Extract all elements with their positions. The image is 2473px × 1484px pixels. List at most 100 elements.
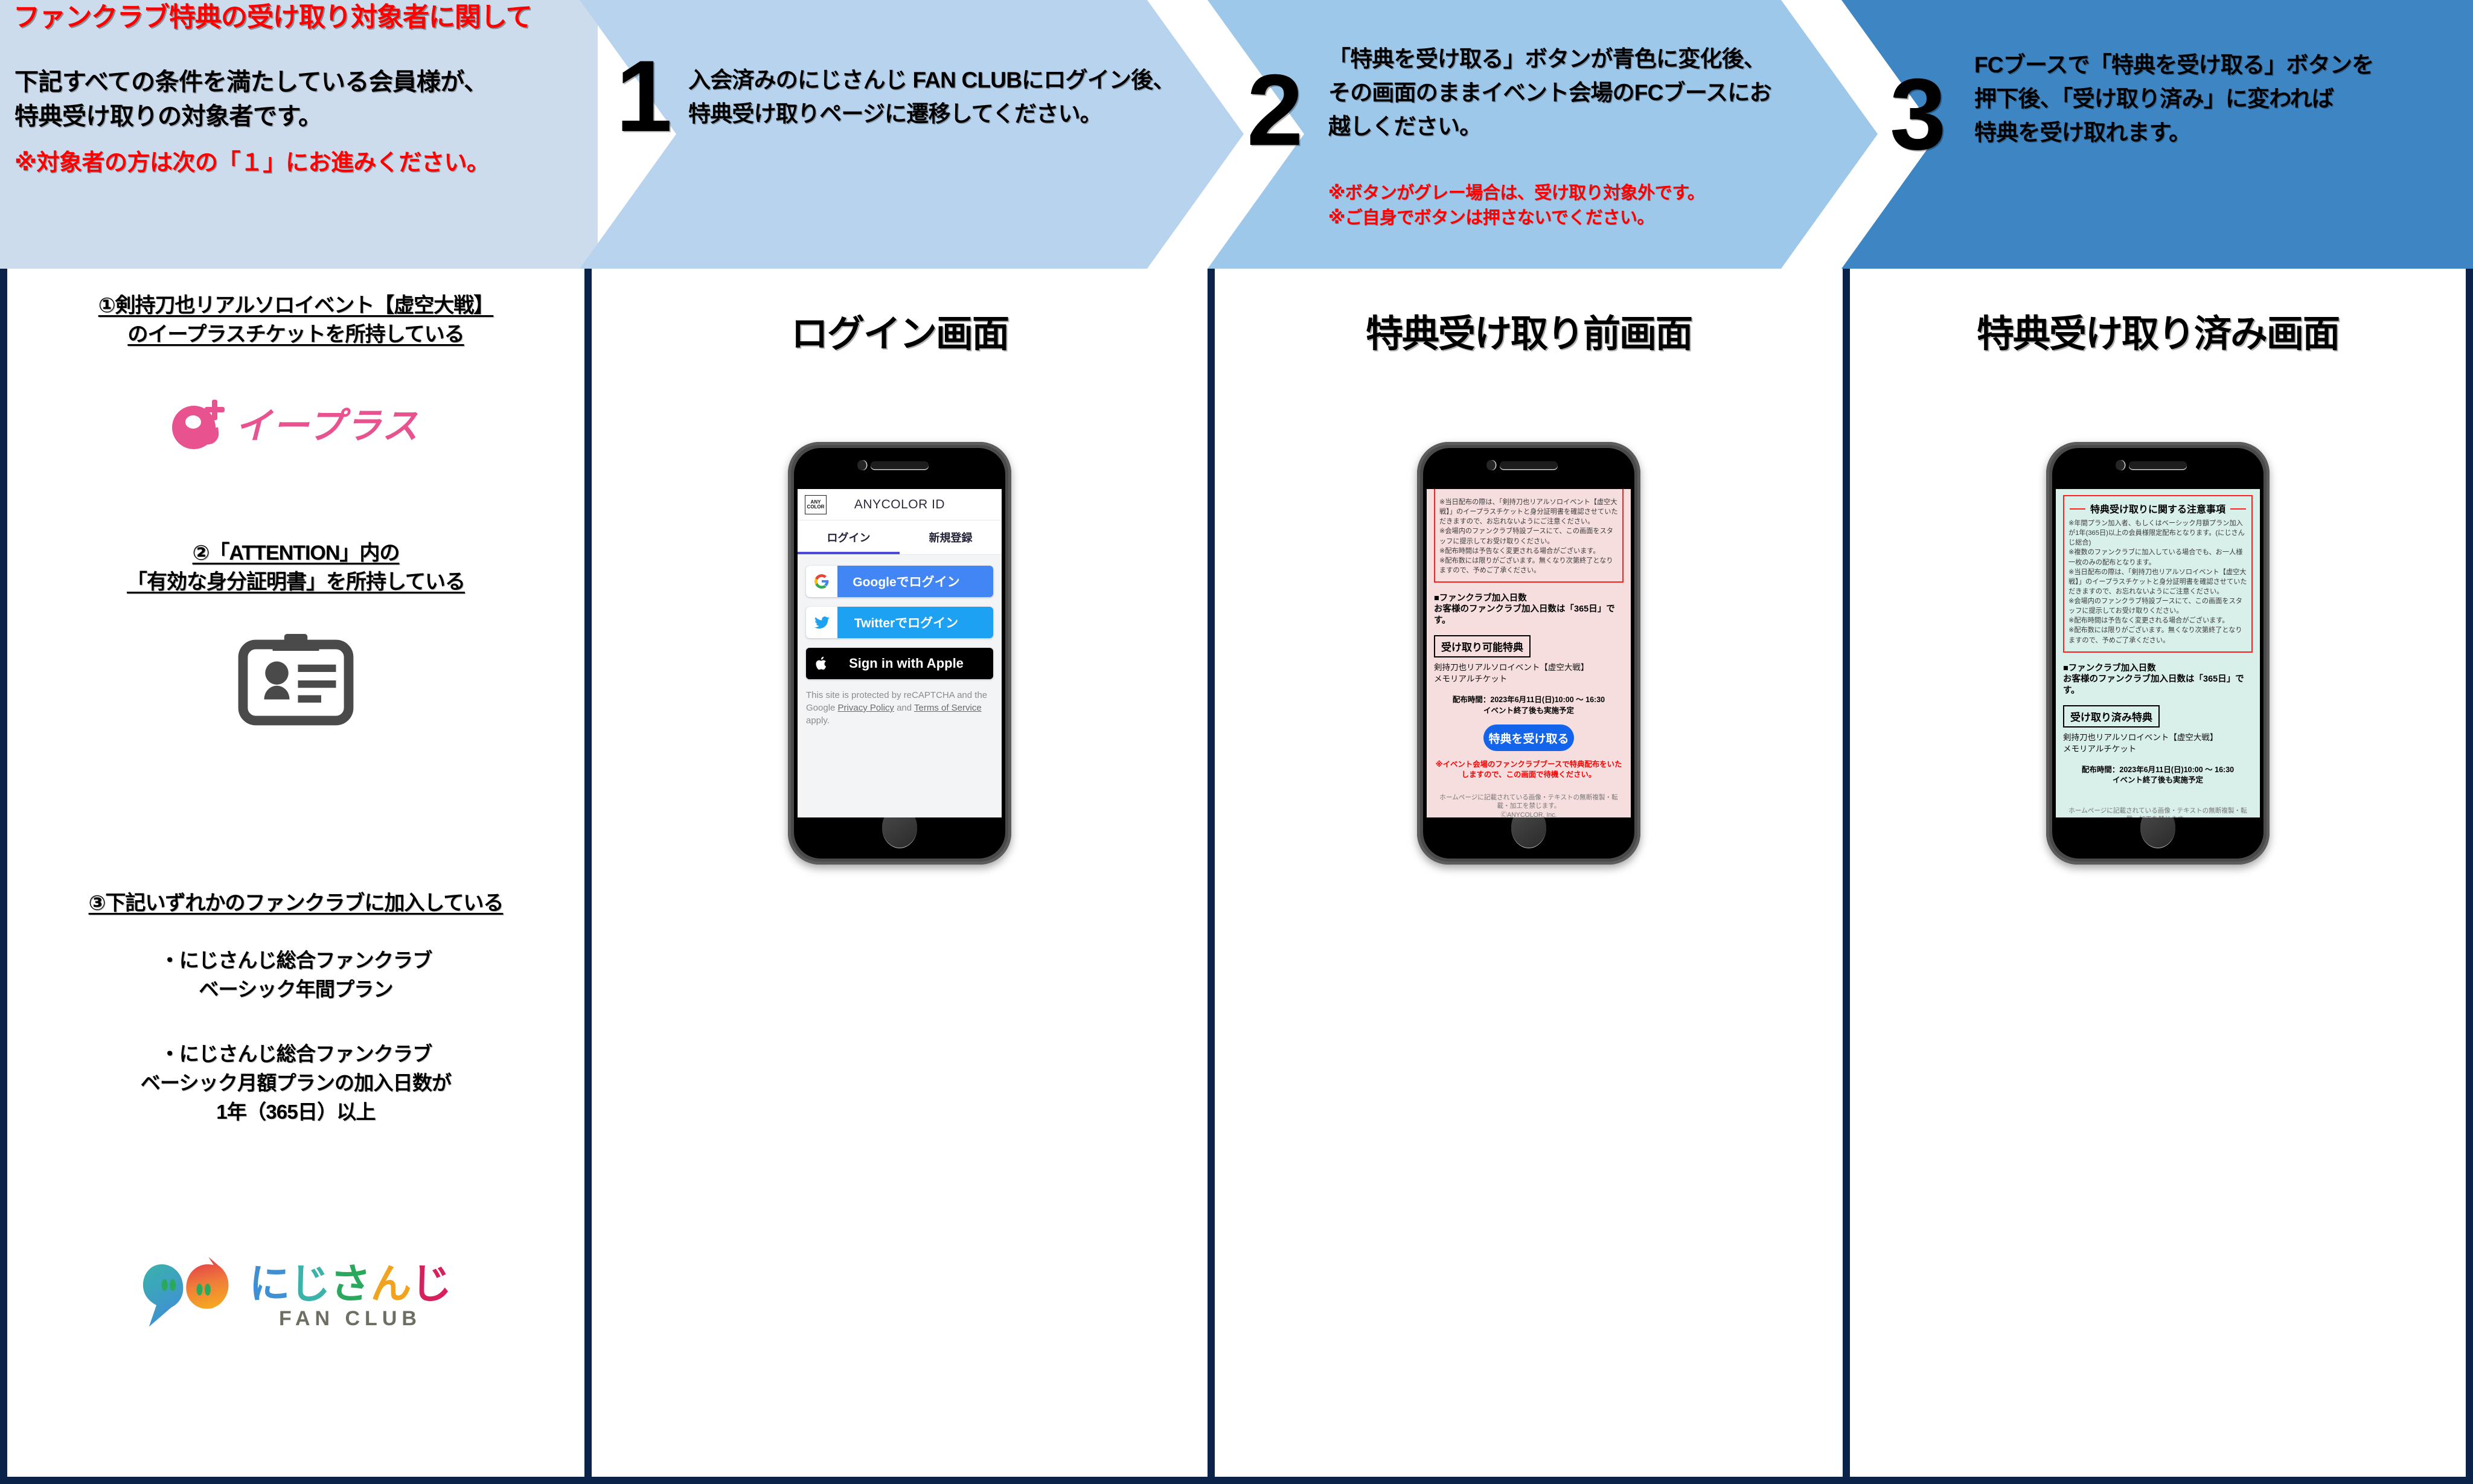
login-screen: ANY COLOR ANYCOLOR ID ログイン 新規登録 Googleでロ… bbox=[798, 489, 1002, 817]
benefit-received-screen: 特典受け取りに関する注意事項 ※年間プラン加入者、もしくはベーシック月額プラン加… bbox=[2056, 489, 2260, 817]
step-2-text: 「特典を受け取る」ボタンが青色に変化後、 その画面のままイベント会場のFCブース… bbox=[1328, 42, 1878, 144]
benefit-status-badge: 受け取り可能特典 bbox=[1434, 635, 1531, 658]
recaptcha-and: and bbox=[894, 703, 914, 713]
terms-of-service-link[interactable]: Terms of Service bbox=[914, 703, 982, 713]
condition-3-option-2: ・にじさんじ総合ファンクラブ ベーシック月額プランの加入日数が 1年（365日）… bbox=[8, 1040, 583, 1127]
condition-2-line2: 「有効な身分証明書」を所持している bbox=[127, 571, 465, 594]
benefit-item-line1: 剣持刀也リアルソロイベント【虚空大戦】 bbox=[2063, 732, 2218, 742]
phone-device-before: ※当日配布の際は、「剣持刀也リアルソロイベント【虚空大戦】」のイープラスチケット… bbox=[1417, 442, 1640, 865]
membership-days-text: お客様のファンクラブ加入日数は「365日」です。 bbox=[1434, 604, 1615, 626]
benefit-item: 剣持刀也リアルソロイベント【虚空大戦】 メモリアルチケット bbox=[1434, 662, 1624, 685]
twitter-login-button[interactable]: Twitterでログイン bbox=[806, 607, 993, 638]
google-login-button[interactable]: Googleでログイン bbox=[806, 566, 993, 597]
phone-device-received: 特典受け取りに関する注意事項 ※年間プラン加入者、もしくはベーシック月額プラン加… bbox=[2046, 442, 2270, 865]
step-2-number: 2 bbox=[1247, 53, 1304, 167]
notice-title: 特典受け取りに関する注意事項 bbox=[2068, 501, 2247, 516]
front-camera-icon bbox=[1486, 460, 1496, 470]
option-2-line2: ベーシック月額プランの加入日数が bbox=[140, 1071, 452, 1094]
phone-bezel: ※当日配布の際は、「剣持刀也リアルソロイベント【虚空大戦】」のイープラスチケット… bbox=[1423, 448, 1634, 859]
notice-box: 特典受け取りに関する注意事項 ※年間プラン加入者、もしくはベーシック月額プラン加… bbox=[2063, 495, 2253, 653]
step-1-chevron bbox=[580, 0, 1244, 269]
divider-left-edge bbox=[0, 269, 7, 1484]
privacy-policy-link[interactable]: Privacy Policy bbox=[838, 703, 894, 713]
earpiece-speaker bbox=[1500, 461, 1558, 469]
step-2-line2: その画面のままイベント会場のFCブースにお bbox=[1328, 80, 1771, 106]
receive-benefit-button[interactable]: 特典を受け取る bbox=[1483, 724, 1574, 752]
step-2-line3: 越しください。 bbox=[1328, 114, 1482, 139]
intro-body-line2: 特典受け取りの対象者です。 bbox=[14, 103, 322, 130]
intro-body-line1: 下記すべての条件を満たしている会員様が、 bbox=[14, 69, 488, 95]
step-1-line2: 特典受け取りページに遷移してください。 bbox=[688, 101, 1102, 127]
benefit-item-line2: メモリアルチケット bbox=[1434, 674, 1508, 684]
front-camera-icon bbox=[2116, 460, 2125, 470]
intro-note: ※対象者の方は次の「１」にお進みください。 bbox=[14, 150, 490, 176]
membership-days-heading: ■ファンクラブ加入日数 bbox=[1434, 593, 1527, 603]
id-card-icon bbox=[8, 623, 583, 738]
benefit-item-line1: 剣持刀也リアルソロイベント【虚空大戦】 bbox=[1434, 663, 1589, 673]
distribution-time: 配布時間：2023年6月11日(日)10:00 ～ 16:30 イベント終了後も… bbox=[1434, 695, 1624, 716]
option-2-line1: ・にじさんじ総合ファンクラブ bbox=[159, 1043, 433, 1065]
divider-bottom bbox=[0, 1477, 2473, 1484]
notice-text: ※当日配布の際は、「剣持刀也リアルソロイベント【虚空大戦】」のイープラスチケット… bbox=[1439, 499, 1618, 574]
footer-line1: ホームページに記載されている画像・テキストの無断複製・転載・加工を禁じます。 bbox=[2068, 807, 2247, 817]
auth-tabs: ログイン 新規登録 bbox=[798, 520, 1002, 555]
step-2-line1: 「特典を受け取る」ボタンが青色に変化後、 bbox=[1328, 46, 1766, 71]
intro-title: ファンクラブ特典の受け取り対象者に関して bbox=[13, 2, 533, 32]
phone-bezel: ANY COLOR ANYCOLOR ID ログイン 新規登録 Googleでロ… bbox=[794, 448, 1005, 859]
intro-panel bbox=[0, 0, 598, 269]
app-header: ANY COLOR ANYCOLOR ID bbox=[798, 489, 1002, 520]
column-login: ログイン画面 ANY COLOR ANYCOLOR ID ログイン 新規登録 G… bbox=[593, 273, 1206, 1477]
earpiece-speaker bbox=[871, 461, 929, 469]
condition-1-heading: ①剣持刀也リアルソロイベント【虚空大戦】 のイープラスチケットを所持している bbox=[8, 291, 583, 350]
membership-days-heading: ■ファンクラブ加入日数 bbox=[2063, 663, 2156, 673]
twitter-login-label: Twitterでログイン bbox=[854, 616, 959, 630]
option-2-line3: 1年（365日）以上 bbox=[216, 1100, 376, 1123]
step-1-line1: 入会済みのにじさんじ FAN CLUBにログイン後、 bbox=[688, 68, 1175, 92]
tab-register[interactable]: 新規登録 bbox=[900, 520, 1002, 554]
benefit-item: 剣持刀也リアルソロイベント【虚空大戦】 メモリアルチケット bbox=[2063, 732, 2253, 755]
nijisanji-heart-icon bbox=[143, 1256, 229, 1327]
step-3-text: FCブースで「特典を受け取る」ボタンを 押下後、「受け取り済み」に変われば 特典… bbox=[1974, 48, 2469, 150]
step-2-warning-1: ※ボタンがグレー場合は、受け取り対象外です。 bbox=[1328, 184, 1705, 203]
condition-2-heading: ②「ATTENTION」内の 「有効な身分証明書」を所持している bbox=[8, 539, 583, 597]
step-3-line1: FCブースで「特典を受け取る」ボタンを bbox=[1974, 53, 2374, 77]
eplus-mark-icon bbox=[172, 397, 225, 449]
tab-login[interactable]: ログイン bbox=[798, 520, 900, 554]
divider-1 bbox=[584, 269, 592, 1484]
apple-login-button[interactable]: Sign in with Apple bbox=[806, 648, 993, 679]
divider-2 bbox=[1208, 269, 1215, 1484]
option-1-line2: ベーシック年間プラン bbox=[199, 977, 393, 1000]
step-3-number: 3 bbox=[1890, 57, 1947, 171]
benefit-before-screen: ※当日配布の際は、「剣持刀也リアルソロイベント【虚空大戦】」のイープラスチケット… bbox=[1427, 489, 1631, 817]
benefit-received-content: 特典受け取りに関する注意事項 ※年間プラン加入者、もしくはベーシック月額プラン加… bbox=[2056, 489, 2260, 817]
fanclub-sub: FAN CLUB bbox=[279, 1307, 421, 1330]
step-1-number: 1 bbox=[616, 39, 673, 153]
condition-3-head-text: ③下記いずれかのファンクラブに加入している bbox=[88, 892, 504, 915]
phone-device-login: ANY COLOR ANYCOLOR ID ログイン 新規登録 Googleでロ… bbox=[788, 442, 1011, 865]
app-title: ANYCOLOR ID bbox=[854, 497, 945, 511]
apple-login-label: Sign in with Apple bbox=[849, 656, 964, 671]
footer-line1: ホームページに記載されている画像・テキストの無断複製・転載・加工を禁じます。 bbox=[1439, 793, 1618, 810]
phone-bezel: 特典受け取りに関する注意事項 ※年間プラン加入者、もしくはベーシック月額プラン加… bbox=[2052, 448, 2263, 859]
condition-2-line1: ②「ATTENTION」内の bbox=[192, 542, 400, 564]
distribution-time: 配布時間：2023年6月11日(日)10:00 ～ 16:30 イベント終了後も… bbox=[2063, 765, 2253, 786]
step-3-line2: 押下後、「受け取り済み」に変われば bbox=[1974, 86, 2334, 112]
front-camera-icon bbox=[857, 460, 866, 470]
copyright-footer: ホームページに記載されている画像・テキストの無断複製・転載・加工を禁じます。 Ⓒ… bbox=[2063, 807, 2253, 817]
intro-body: 下記すべての条件を満たしている会員様が、 特典受け取りの対象者です。 bbox=[14, 65, 576, 134]
eplus-logo-text: イープラス bbox=[235, 406, 420, 446]
divider-3 bbox=[1843, 269, 1850, 1484]
step-3-line3: 特典を受け取れます。 bbox=[1974, 120, 2191, 146]
option-1-line1: ・にじさんじ総合ファンクラブ bbox=[159, 949, 433, 971]
condition-3-heading: ③下記いずれかのファンクラブに加入している bbox=[8, 889, 583, 918]
notice-text: ※年間プラン加入者、もしくはベーシック月額プラン加入が1年(365日)以上の会員… bbox=[2068, 520, 2247, 644]
recaptcha-notice: This site is protected by reCAPTCHA and … bbox=[806, 689, 993, 727]
notice-box: ※当日配布の際は、「剣持刀也リアルソロイベント【虚空大戦】」のイープラスチケット… bbox=[1434, 489, 1624, 583]
distribution-time-line2: イベント終了後も実施予定 bbox=[2112, 776, 2203, 785]
step-2-warnings: ※ボタンがグレー場合は、受け取り対象外です。 ※ご自身でボタンは押さないでくださ… bbox=[1328, 181, 1878, 231]
column-received: 特典受け取り済み画面 特典受け取りに関する注意事項 ※年間プラン加入者、もしくは… bbox=[1851, 273, 2465, 1477]
condition-1-line1: ①剣持刀也リアルソロイベント【虚空大戦】 bbox=[98, 294, 494, 317]
condition-1-line2: のイープラスチケットを所持している bbox=[127, 323, 464, 347]
column-1-title: ログイン画面 bbox=[790, 313, 1009, 355]
benefit-item-line2: メモリアルチケット bbox=[2063, 744, 2137, 753]
